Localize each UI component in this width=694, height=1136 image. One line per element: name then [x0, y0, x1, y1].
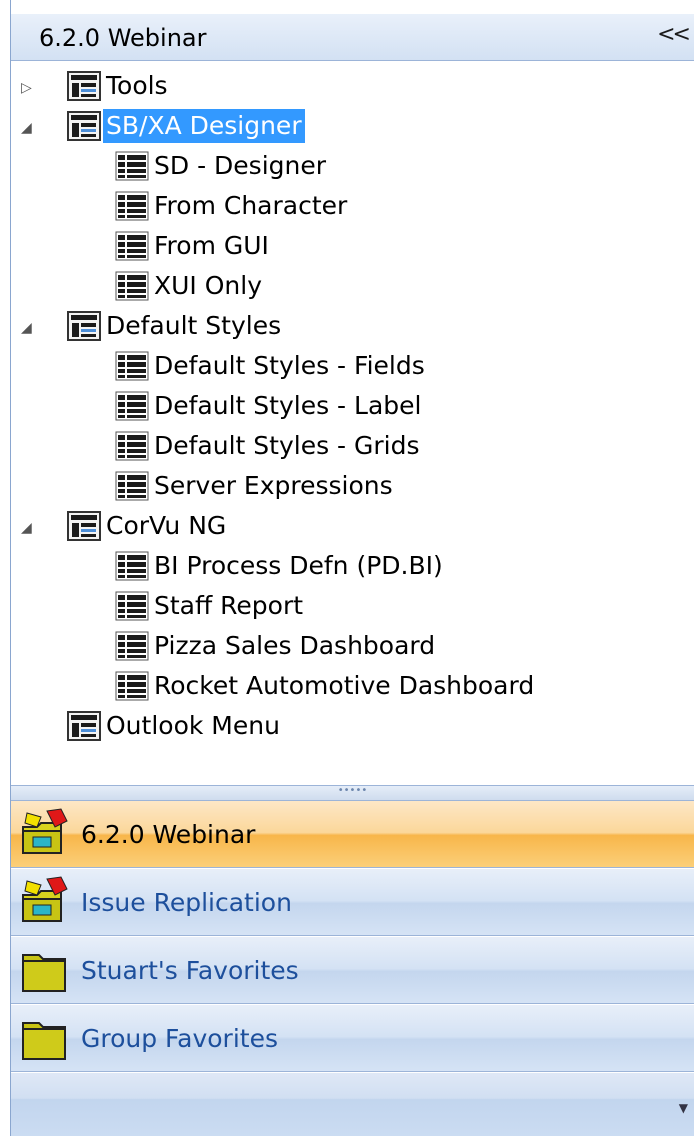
tree-item-tools[interactable]: Tools [67, 67, 171, 105]
tree-item-label: XUI Only [154, 271, 263, 300]
menu-icon [67, 311, 101, 341]
chevron-down-icon[interactable]: ▼ [679, 1101, 688, 1115]
list-icon [115, 231, 149, 261]
tree-item-label: Default Styles - Grids [154, 431, 420, 460]
nav-button-label: 6.2.0 Webinar [81, 819, 256, 849]
list-icon [115, 431, 149, 461]
tree-item-corvu-ng[interactable]: CorVu NG [67, 507, 229, 545]
tree-item-label: Outlook Menu [106, 711, 280, 740]
list-icon [115, 391, 149, 421]
tree-item-sd-designer[interactable]: SD - Designer [115, 147, 329, 185]
tree-item-label: From GUI [154, 231, 269, 260]
nav-button-label: Group Favorites [81, 1023, 278, 1053]
list-icon [115, 151, 149, 181]
tree-item-label: Default Styles [106, 311, 282, 340]
tree-item-server-expressions[interactable]: Server Expressions [115, 467, 396, 505]
nav-button-label: Stuart's Favorites [81, 955, 299, 985]
tree-item-from-gui[interactable]: From GUI [115, 227, 272, 265]
tree-item-label: SB/XA Designer [103, 109, 305, 143]
list-icon [115, 471, 149, 501]
list-icon [115, 191, 149, 221]
collapse-node-icon[interactable]: ◢ [21, 121, 35, 135]
tree-item-pizza-sales-dashboard[interactable]: Pizza Sales Dashboard [115, 627, 438, 665]
list-icon [115, 551, 149, 581]
tree-item-default-styles-grids[interactable]: Default Styles - Grids [115, 427, 423, 465]
tree-item-label: From Character [154, 191, 348, 220]
tree-item-default-styles-label[interactable]: Default Styles - Label [115, 387, 424, 425]
tree-item-outlook-menu[interactable]: Outlook Menu [67, 707, 283, 745]
tree-item-xui-only[interactable]: XUI Only [115, 267, 265, 305]
nav-button-issue-replication[interactable]: Issue Replication [11, 869, 694, 936]
folder-icon [22, 954, 66, 992]
tree-item-label: BI Process Defn (PD.BI) [154, 551, 443, 580]
nav-button-group-favorites[interactable]: Group Favorites [11, 1005, 694, 1072]
menu-tree: ▷ Tools ◢ SB/XA Designer SD - Designer F… [11, 63, 694, 785]
tree-item-label: CorVu NG [106, 511, 227, 540]
tree-item-label: Default Styles - Fields [154, 351, 425, 380]
folder-star-icon [22, 808, 68, 854]
expand-icon[interactable]: ▷ [21, 81, 35, 95]
list-icon [115, 671, 149, 701]
tree-item-label: SD - Designer [154, 151, 327, 180]
menu-icon [67, 511, 101, 541]
pane-splitter[interactable]: ••••• [11, 785, 694, 801]
list-icon [115, 631, 149, 661]
tree-item-label: Staff Report [154, 591, 304, 620]
tree-item-default-styles-fields[interactable]: Default Styles - Fields [115, 347, 428, 385]
tree-item-label: Tools [106, 71, 168, 100]
menu-icon [67, 71, 101, 101]
nav-button-label: Issue Replication [81, 887, 292, 917]
tree-item-label: Default Styles - Label [154, 391, 422, 420]
nav-button-6-2-0-webinar[interactable]: 6.2.0 Webinar [11, 801, 694, 868]
tree-item-from-character[interactable]: From Character [115, 187, 350, 225]
collapse-node-icon[interactable]: ◢ [21, 321, 35, 335]
list-icon [115, 351, 149, 381]
tree-item-rocket-automotive-dashboard[interactable]: Rocket Automotive Dashboard [115, 667, 537, 705]
collapse-node-icon[interactable]: ◢ [21, 521, 35, 535]
nav-button-stuarts-favorites[interactable]: Stuart's Favorites [11, 937, 694, 1004]
outlook-menu-panel: 6.2.0 Webinar << ▷ Tools ◢ SB/XA Designe… [0, 0, 694, 1136]
menu-icon [67, 711, 101, 741]
tree-item-staff-report[interactable]: Staff Report [115, 587, 306, 625]
menu-icon [67, 111, 101, 141]
tree-item-default-styles[interactable]: Default Styles [67, 307, 284, 345]
folder-icon [22, 1022, 66, 1060]
folder-star-icon [22, 876, 68, 922]
tree-item-bi-process-defn[interactable]: BI Process Defn (PD.BI) [115, 547, 446, 585]
tree-item-label: Rocket Automotive Dashboard [154, 671, 535, 700]
list-icon [115, 271, 149, 301]
tree-item-label: Server Expressions [154, 471, 393, 500]
collapse-button[interactable]: << [657, 22, 691, 47]
panel-title: 6.2.0 Webinar [39, 24, 207, 52]
panel-header: 6.2.0 Webinar << [11, 14, 694, 61]
nav-overflow-strip: ▼ [11, 1073, 694, 1136]
tree-item-sbxa-designer[interactable]: SB/XA Designer [67, 107, 305, 145]
list-icon [115, 591, 149, 621]
tree-item-label: Pizza Sales Dashboard [154, 631, 436, 660]
